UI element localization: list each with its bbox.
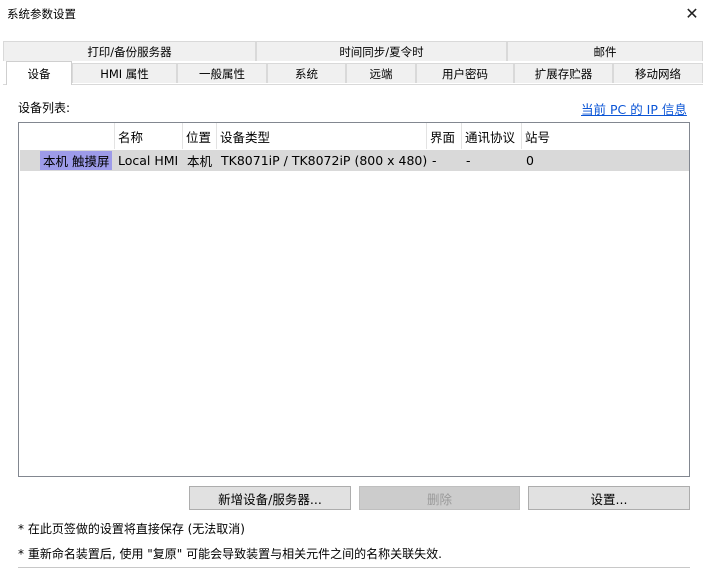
- column-header-device-type[interactable]: 设备类型: [217, 123, 427, 149]
- row-protocol: -: [466, 153, 471, 168]
- delete-button[interactable]: 删除: [359, 486, 520, 510]
- row-interface: -: [432, 153, 437, 168]
- column-header-protocol[interactable]: 通讯协议: [462, 123, 522, 149]
- close-icon[interactable]: ✕: [681, 2, 703, 24]
- tab-mobile-network[interactable]: 移动网络: [613, 63, 703, 83]
- tab-system[interactable]: 系统: [267, 63, 346, 83]
- column-header-group[interactable]: [19, 123, 115, 149]
- tab-print-backup-server[interactable]: 打印/备份服务器: [3, 41, 256, 61]
- row-location: 本机: [187, 154, 213, 169]
- tab-time-sync[interactable]: 时间同步/夏令时: [256, 41, 507, 61]
- tab-user-password[interactable]: 用户密码: [416, 63, 514, 83]
- column-header-station[interactable]: 站号: [522, 123, 582, 149]
- row-device-type: TK8071iP / TK8072iP (800 x 480): [221, 153, 428, 168]
- tab-email[interactable]: 邮件: [507, 41, 703, 61]
- tab-extended-memory[interactable]: 扩展存贮器: [514, 63, 613, 83]
- row-station: 0: [526, 153, 534, 168]
- title-bar: 系统参数设置 ✕: [0, 0, 703, 26]
- tab-row-top: 打印/备份服务器 时间同步/夏令时 邮件: [3, 41, 703, 63]
- pc-ip-info-link[interactable]: 当前 PC 的 IP 信息: [581, 99, 687, 118]
- divider: [18, 567, 690, 568]
- column-header-name[interactable]: 名称: [115, 123, 183, 149]
- table-row[interactable]: 本机 触摸屏 Local HMI 本机 TK8071iP / TK8072iP …: [20, 150, 689, 171]
- window-title: 系统参数设置: [7, 7, 76, 21]
- note-save-direct: * 在此页签做的设置将直接保存 (无法取消): [18, 522, 245, 536]
- device-list[interactable]: 名称 位置 设备类型 界面 通讯协议 站号 本机 触摸屏 Local HMI 本…: [18, 122, 690, 477]
- add-device-button[interactable]: 新增设备/服务器...: [189, 486, 351, 510]
- note-rename-warning: * 重新命名装置后, 使用 "复原" 可能会导致装置与相关元件之间的名称关联失效…: [18, 547, 442, 561]
- column-header-location[interactable]: 位置: [183, 123, 217, 149]
- tab-remote[interactable]: 远端: [346, 63, 416, 83]
- settings-button[interactable]: 设置...: [528, 486, 690, 510]
- row-name: Local HMI: [118, 153, 179, 168]
- tab-hmi-properties[interactable]: HMI 属性: [72, 63, 177, 83]
- row-group-label: 本机 触摸屏: [40, 151, 113, 170]
- tab-device[interactable]: 设备: [6, 61, 72, 85]
- device-list-label: 设备列表:: [18, 101, 71, 115]
- tab-row-bottom: 设备 HMI 属性 一般属性 系统 远端 用户密码 扩展存贮器 移动网络: [3, 61, 703, 85]
- tab-general-properties[interactable]: 一般属性: [177, 63, 267, 83]
- column-header-interface[interactable]: 界面: [427, 123, 462, 149]
